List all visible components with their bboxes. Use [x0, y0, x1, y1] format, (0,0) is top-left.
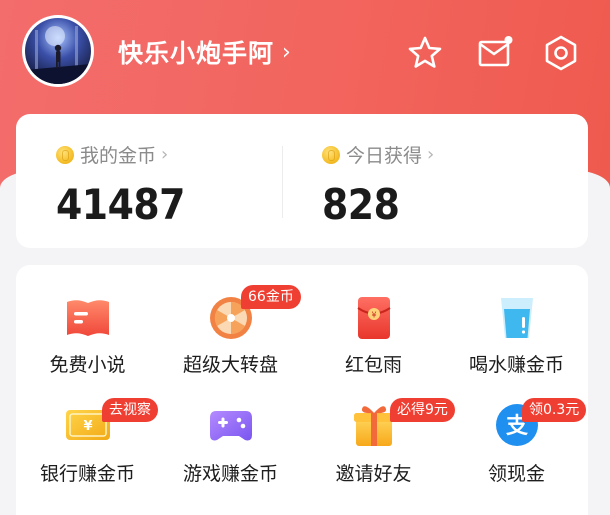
task-grid: 免费小说 66金币 超级大转盘 ¥ 红包雨 喝水赚金币 ¥ 去视察 银行赚金币 …	[16, 265, 588, 515]
gamepad-icon	[206, 400, 256, 450]
divider	[282, 146, 283, 218]
today-earned-label[interactable]: 今日获得 ›	[322, 141, 434, 168]
my-coins-value: 41487	[56, 180, 185, 229]
task-drink-water[interactable]: 喝水赚金币	[445, 265, 588, 377]
water-cup-icon	[492, 293, 542, 343]
task-label: 邀请好友	[335, 463, 412, 485]
username-link[interactable]: 快乐小炮手阿 ›	[118, 34, 292, 70]
red-envelope-icon: ¥	[349, 293, 399, 343]
task-invite-friends[interactable]: 必得9元 邀请好友	[302, 370, 455, 485]
settings-icon[interactable]	[541, 33, 581, 73]
badge: 66金币	[241, 285, 301, 309]
coins-card: 我的金币 › 41487 今日获得 › 828	[16, 114, 588, 248]
task-bank[interactable]: ¥ 去视察 银行赚金币	[16, 370, 159, 485]
task-get-cash[interactable]: 支 领0.3元 领现金	[445, 370, 588, 485]
message-icon[interactable]	[475, 33, 515, 73]
chevron-right-icon: ›	[427, 144, 435, 165]
my-coins-label[interactable]: 我的金币 ›	[56, 141, 168, 168]
svg-text:¥: ¥	[83, 419, 92, 434]
task-label: 领现金	[487, 463, 545, 485]
star-icon[interactable]	[405, 33, 445, 73]
today-earned-value: 828	[322, 180, 400, 229]
badge: 去视察	[102, 398, 158, 422]
avatar-image	[25, 18, 91, 84]
today-earned-label-text: 今日获得	[346, 145, 423, 167]
task-super-wheel[interactable]: 66金币 超级大转盘	[159, 265, 302, 377]
book-icon	[63, 293, 113, 343]
my-coins-label-text: 我的金币	[80, 145, 157, 167]
svg-text:¥: ¥	[371, 311, 376, 320]
chevron-right-icon: ›	[161, 144, 169, 165]
badge: 领0.3元	[522, 398, 587, 422]
task-game[interactable]: 游戏赚金币	[159, 370, 302, 485]
coin-icon	[322, 145, 340, 164]
task-free-novel[interactable]: 免费小说	[16, 265, 159, 377]
avatar[interactable]	[22, 15, 94, 87]
task-red-envelope-rain[interactable]: ¥ 红包雨	[302, 265, 445, 377]
task-label: 游戏赚金币	[182, 463, 278, 485]
task-label: 银行赚金币	[39, 463, 135, 485]
coin-icon	[56, 145, 74, 164]
username-text: 快乐小炮手阿	[118, 39, 275, 68]
chevron-right-icon: ›	[282, 39, 292, 65]
